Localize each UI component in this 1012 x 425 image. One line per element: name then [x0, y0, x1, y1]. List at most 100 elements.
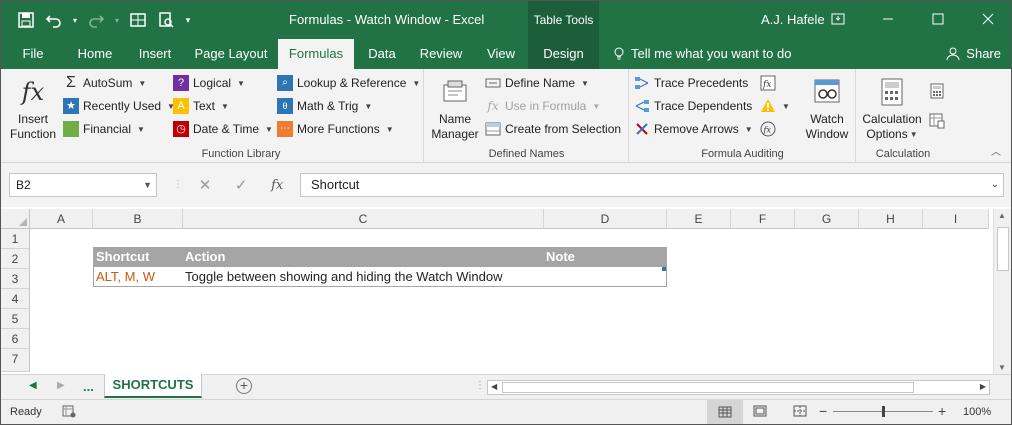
minimize-icon[interactable]	[871, 8, 905, 30]
horizontal-scroll-thumb[interactable]	[502, 382, 914, 393]
user-name[interactable]: A.J. Hafele	[761, 12, 825, 27]
more-functions-button[interactable]: ⋯ More Functions ▼	[277, 119, 394, 139]
scroll-down-icon[interactable]: ▼	[998, 363, 1006, 372]
redo-icon[interactable]	[85, 9, 107, 31]
ribbon-display-icon[interactable]	[821, 8, 855, 30]
vertical-scroll-thumb[interactable]	[997, 227, 1009, 271]
vertical-scrollbar[interactable]: ▲ ▼	[993, 209, 1011, 374]
header-shortcut[interactable]: Shortcut	[96, 247, 149, 267]
row-header-5[interactable]: 5	[1, 309, 30, 329]
customize-qat-icon[interactable]: ▾	[183, 9, 193, 31]
tell-me-box[interactable]: Tell me what you want to do	[613, 39, 791, 69]
row-header-2[interactable]: 2	[1, 249, 30, 269]
collapse-ribbon-icon[interactable]: ︿	[991, 143, 1001, 158]
watch-window-button[interactable]: Watch Window	[802, 75, 852, 142]
expand-formula-bar-icon[interactable]: ⌄	[991, 174, 999, 196]
financial-button[interactable]: Financial ▼	[63, 119, 145, 139]
tab-review[interactable]: Review	[415, 39, 467, 69]
insert-function-button[interactable]: fx Insert Function	[7, 75, 59, 142]
error-checking-button[interactable]: ▼	[760, 96, 790, 116]
redo-dropdown-icon[interactable]: ▾	[113, 9, 121, 31]
date-time-button[interactable]: ◷ Date & Time ▼	[173, 119, 273, 139]
zoom-slider-thumb[interactable]	[882, 406, 885, 417]
remove-arrows-button[interactable]: Remove Arrows ▼	[634, 119, 753, 139]
logical-button[interactable]: ? Logical ▼	[173, 73, 245, 93]
column-header-d[interactable]: D	[544, 209, 667, 229]
table-row[interactable]: ALT, M, W Toggle between showing and hid…	[93, 267, 667, 287]
tab-design[interactable]: Design	[528, 39, 599, 69]
row-header-4[interactable]: 4	[1, 289, 30, 309]
column-header-b[interactable]: B	[93, 209, 183, 229]
cancel-icon[interactable]: ✕	[199, 176, 212, 194]
math-trig-button[interactable]: θ Math & Trig ▼	[277, 96, 372, 116]
calculate-sheet-button[interactable]	[929, 111, 945, 131]
close-icon[interactable]	[971, 8, 1005, 30]
show-formulas-button[interactable]: fx	[760, 73, 776, 93]
scroll-right-icon[interactable]: ▶	[980, 382, 986, 391]
zoom-level[interactable]: 100%	[963, 406, 991, 418]
trace-precedents-button[interactable]: Trace Precedents	[634, 73, 748, 93]
normal-view-icon[interactable]	[707, 400, 743, 424]
tab-data[interactable]: Data	[361, 39, 403, 69]
define-name-button[interactable]: Define Name ▼	[485, 73, 589, 93]
column-header-h[interactable]: H	[859, 209, 923, 229]
trace-dependents-button[interactable]: Trace Dependents	[634, 96, 752, 116]
cell-shortcut[interactable]: ALT, M, W	[96, 267, 155, 287]
horizontal-scrollbar[interactable]: ◀ ▶	[487, 380, 990, 395]
name-box[interactable]: B2 ▼	[9, 173, 157, 197]
zoom-in-button[interactable]: +	[938, 403, 946, 419]
calculation-options-button[interactable]: Calculation Options ▼	[859, 75, 925, 142]
text-button[interactable]: A Text ▼	[173, 96, 229, 116]
tab-home[interactable]: Home	[71, 39, 119, 69]
row-header-3[interactable]: 3	[1, 269, 30, 289]
table-header-row[interactable]: Shortcut Action Note	[93, 247, 667, 267]
page-break-preview-icon[interactable]	[793, 405, 807, 420]
sheet-scroll-right-icon[interactable]: ▶	[57, 380, 65, 391]
tab-formulas[interactable]: Formulas	[278, 39, 354, 69]
tab-splitter[interactable]: ⋮	[475, 380, 485, 391]
select-all-corner[interactable]	[1, 209, 30, 229]
print-preview-icon[interactable]	[155, 9, 177, 31]
share-button[interactable]: Share	[946, 39, 1001, 69]
scroll-up-icon[interactable]: ▲	[998, 211, 1006, 220]
page-layout-view-icon[interactable]	[753, 405, 767, 420]
column-header-c[interactable]: C	[183, 209, 544, 229]
use-in-formula-button[interactable]: fx Use in Formula ▼	[485, 96, 600, 116]
column-header-e[interactable]: E	[667, 209, 731, 229]
undo-dropdown-icon[interactable]: ▾	[71, 9, 79, 31]
column-header-g[interactable]: G	[795, 209, 859, 229]
formula-bar-splitter[interactable]: ⋮	[173, 177, 183, 193]
lookup-reference-button[interactable]: ⌕ Lookup & Reference ▼	[277, 73, 420, 93]
enter-icon[interactable]: ✓	[235, 176, 248, 194]
macro-record-icon[interactable]	[62, 405, 76, 418]
column-header-i[interactable]: I	[923, 209, 989, 229]
tab-insert[interactable]: Insert	[131, 39, 179, 69]
worksheet-grid[interactable]: A B C D E F G H I 1 2 3 4 5 6 7 Shortcut…	[1, 207, 1011, 374]
cell-action[interactable]: Toggle between showing and hiding the Wa…	[185, 267, 503, 287]
evaluate-formula-button[interactable]: fx	[760, 119, 776, 139]
row-header-1[interactable]: 1	[1, 229, 30, 249]
create-from-selection-button[interactable]: Create from Selection	[485, 119, 621, 139]
more-sheets-button[interactable]: ...	[83, 379, 94, 394]
sheet-tab-shortcuts[interactable]: SHORTCUTS	[104, 374, 202, 398]
row-header-7[interactable]: 7	[1, 349, 30, 372]
tab-view[interactable]: View	[479, 39, 523, 69]
column-header-f[interactable]: F	[731, 209, 795, 229]
chevron-down-icon[interactable]: ▼	[143, 174, 152, 196]
header-note[interactable]: Note	[546, 247, 575, 267]
table-resize-handle[interactable]	[662, 267, 666, 271]
zoom-out-button[interactable]: −	[819, 403, 827, 419]
recently-used-button[interactable]: ★ Recently Used ▼	[63, 96, 175, 116]
tab-file[interactable]: File	[11, 39, 55, 69]
tab-page-layout[interactable]: Page Layout	[191, 39, 271, 69]
header-action[interactable]: Action	[185, 247, 225, 267]
sheet-scroll-left-icon[interactable]: ◀	[29, 380, 37, 391]
save-icon[interactable]	[15, 9, 37, 31]
column-header-a[interactable]: A	[30, 209, 93, 229]
maximize-icon[interactable]	[921, 8, 955, 30]
name-manager-button[interactable]: Name Manager	[429, 75, 481, 142]
autosum-button[interactable]: Σ AutoSum ▼	[63, 73, 146, 93]
calculate-now-button[interactable]	[929, 81, 945, 101]
formula-input[interactable]: Shortcut ⌄	[300, 173, 1004, 197]
table-grid-icon[interactable]	[127, 9, 149, 31]
